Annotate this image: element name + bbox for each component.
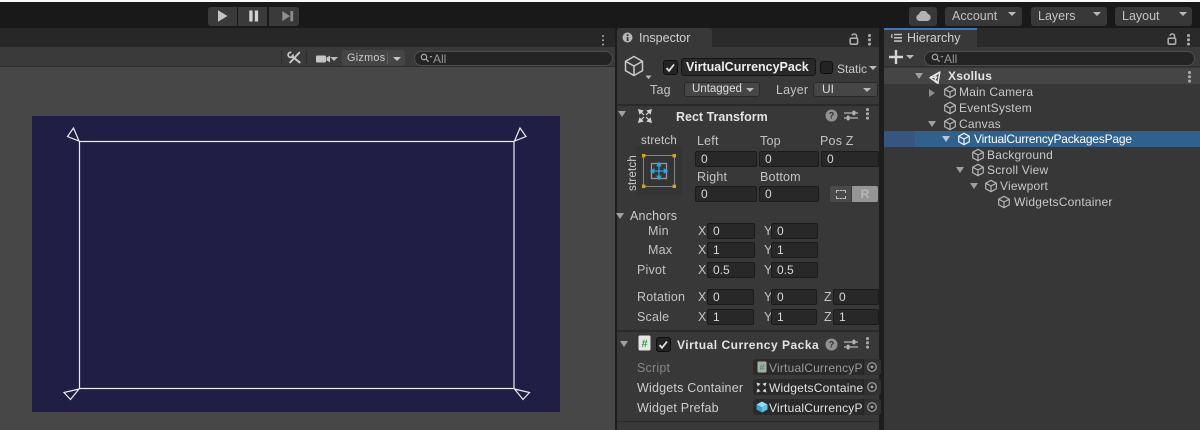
svg-text:#: # [641,338,647,350]
svg-text:#: # [760,362,765,372]
svg-text:?: ? [829,111,835,121]
svg-text:?: ? [829,340,835,350]
